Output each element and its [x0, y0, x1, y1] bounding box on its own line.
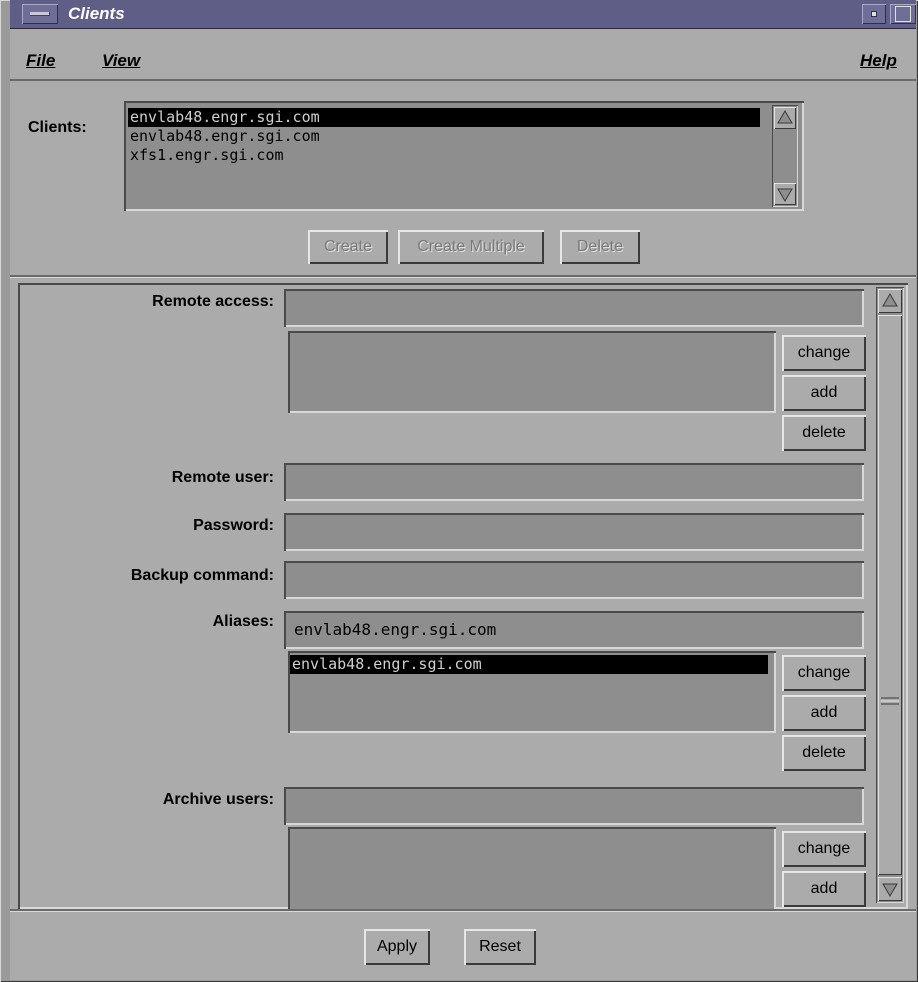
menu-bar: File View Help [10, 29, 916, 81]
archive-users-add-button[interactable]: add [782, 871, 866, 907]
arrow-up-icon [777, 110, 793, 124]
remote-access-list[interactable] [288, 331, 776, 413]
minimize-icon [871, 11, 877, 17]
aliases-label: Aliases: [212, 613, 274, 630]
create-multiple-button-label: Create Multiple [417, 238, 525, 255]
aliases-change-button[interactable]: change [782, 655, 866, 691]
remote-user-input[interactable] [284, 463, 864, 501]
aliases-add-button[interactable]: add [782, 695, 866, 731]
clients-list-scrollbar[interactable] [772, 105, 798, 207]
arrow-up-icon [882, 293, 898, 307]
archive-users-input[interactable] [284, 787, 864, 825]
menu-help-label: Help [860, 51, 897, 70]
remote-access-delete-button[interactable]: delete [782, 415, 866, 451]
backup-command-label: Backup command: [130, 567, 274, 584]
separator [10, 275, 916, 278]
reset-button[interactable]: Reset [464, 929, 536, 965]
menu-file[interactable]: File [26, 51, 55, 71]
password-label: Password: [193, 517, 274, 534]
minimize-button[interactable] [862, 4, 886, 24]
menu-help[interactable]: Help [860, 51, 897, 71]
window-title: Clients [68, 4, 125, 23]
arrow-down-icon [882, 883, 898, 897]
scroll-down-button[interactable] [774, 183, 796, 205]
window-content: File View Help Clients: envlab48.engr.sg… [10, 29, 916, 980]
password-input[interactable] [284, 513, 864, 551]
menu-file-label: File [26, 51, 56, 70]
archive-users-change-button[interactable]: change [782, 831, 866, 867]
clients-window: Clients File View Help Clients: envlab48… [0, 0, 918, 982]
maximize-button[interactable] [890, 4, 916, 24]
aliases-input[interactable]: envlab48.engr.sgi.com [284, 611, 864, 649]
details-scroll-thumb[interactable] [878, 315, 902, 875]
clients-list-item[interactable]: xfs1.engr.sgi.com [128, 146, 284, 165]
remote-access-input[interactable] [284, 289, 864, 327]
window-menu-button[interactable] [22, 4, 58, 24]
delete-client-button[interactable]: Delete [560, 230, 640, 264]
archive-users-label: Archive users: [162, 791, 274, 808]
details-scrollbar[interactable] [876, 287, 904, 903]
clients-list[interactable]: envlab48.engr.sgi.com envlab48.engr.sgi.… [124, 101, 804, 211]
remote-access-label: Remote access: [152, 293, 274, 310]
menu-view-label: View [102, 51, 141, 70]
details-scroll-down-button[interactable] [878, 877, 902, 901]
remote-access-change-button[interactable]: change [782, 335, 866, 371]
aliases-list-item[interactable]: envlab48.engr.sgi.com [290, 655, 768, 674]
details-scroll-up-button[interactable] [878, 289, 902, 313]
maximize-icon [895, 6, 911, 22]
client-details-panel: Remote access: change add delete Remote … [18, 283, 908, 909]
remote-user-label: Remote user: [171, 469, 274, 486]
clients-list-item[interactable]: envlab48.engr.sgi.com [128, 127, 320, 146]
clients-list-item[interactable]: envlab48.engr.sgi.com [128, 108, 760, 127]
remote-access-add-button[interactable]: add [782, 375, 866, 411]
create-multiple-button[interactable]: Create Multiple [398, 230, 544, 264]
apply-button[interactable]: Apply [364, 929, 430, 965]
title-bar[interactable]: Clients [10, 0, 916, 29]
clients-label: Clients: [28, 119, 87, 136]
arrow-down-icon [777, 188, 793, 202]
aliases-delete-button[interactable]: delete [782, 735, 866, 771]
create-button-label: Create [323, 238, 373, 255]
grip-icon [881, 697, 899, 705]
menu-view[interactable]: View [102, 51, 140, 71]
window-menu-icon [30, 12, 50, 16]
scroll-up-button[interactable] [774, 107, 796, 129]
separator [10, 909, 916, 912]
archive-users-list[interactable] [288, 827, 776, 909]
backup-command-input[interactable] [284, 561, 864, 599]
delete-client-button-label: Delete [576, 238, 624, 255]
create-button[interactable]: Create [308, 230, 388, 264]
aliases-list[interactable]: envlab48.engr.sgi.com [288, 651, 776, 733]
